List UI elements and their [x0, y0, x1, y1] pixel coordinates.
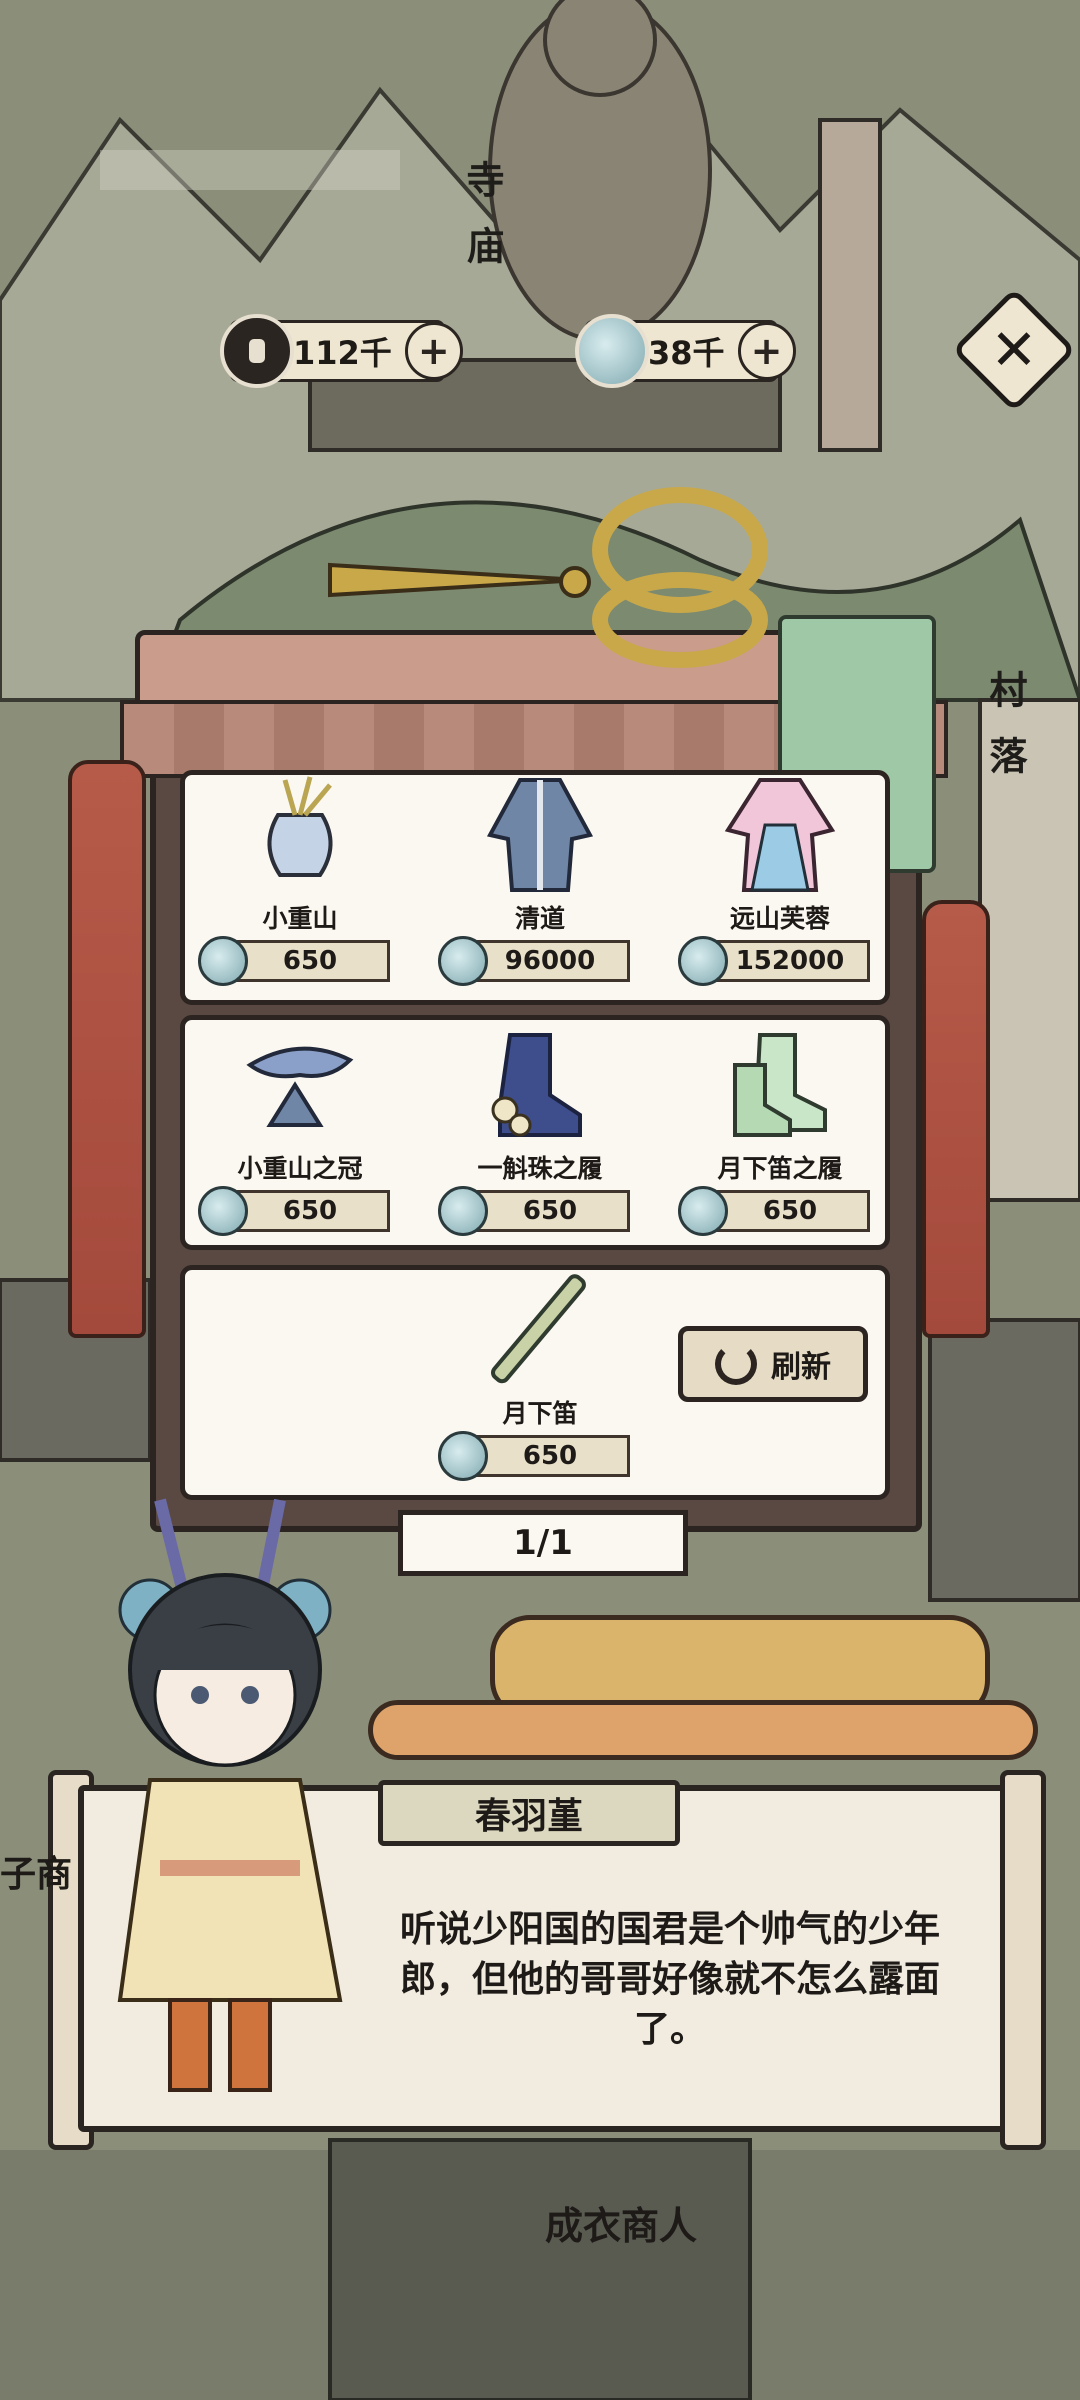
vase-icon: [240, 775, 360, 895]
item-price: 650: [438, 1186, 630, 1236]
refresh-icon: [715, 1343, 757, 1385]
village-map-label[interactable]: 村落: [978, 670, 1033, 802]
jade-gem-icon: [575, 314, 649, 388]
coin-currency: 112千 +: [220, 312, 463, 390]
item-name: 月下笛: [502, 1399, 578, 1428]
shoes-icon: [720, 1025, 840, 1145]
shop-item[interactable]: 小重山 650: [190, 775, 410, 986]
item-name: 小重山之冠: [237, 1154, 363, 1183]
close-icon[interactable]: ✕: [970, 306, 1058, 394]
robe-icon: [480, 775, 600, 895]
refresh-label: 刷新: [771, 1350, 831, 1385]
jade-gem-icon: [198, 936, 248, 986]
merchant-map-label[interactable]: 成衣商人: [545, 2195, 697, 2250]
item-price: 152000: [678, 936, 870, 986]
shop-item[interactable]: 月下笛 650: [430, 1270, 650, 1481]
refresh-button[interactable]: 刷新: [678, 1326, 868, 1402]
dress-icon: [720, 775, 840, 895]
item-price: 650: [198, 936, 390, 986]
crown-icon: [240, 1025, 360, 1145]
item-name: 一斛珠之履: [477, 1154, 603, 1183]
item-name: 清道: [514, 904, 565, 933]
jade-gem-icon: [198, 1186, 248, 1236]
jade-gem-icon: [438, 1186, 488, 1236]
item-price: 650: [678, 1186, 870, 1236]
jade-currency: 38千 +: [575, 312, 796, 390]
right-tassel: [922, 900, 990, 1338]
add-jade-button[interactable]: +: [737, 322, 796, 380]
add-coins-button[interactable]: +: [404, 322, 463, 380]
item-name: 月下笛之履: [717, 1154, 843, 1183]
boots-icon: [480, 1025, 600, 1145]
item-price: 650: [438, 1431, 630, 1481]
jade-gem-icon: [438, 936, 488, 986]
jade-gem-icon: [678, 1186, 728, 1236]
shop-item[interactable]: 一斛珠之履 650: [430, 1025, 650, 1236]
item-price: 650: [198, 1186, 390, 1236]
left-tassel: [68, 760, 146, 1338]
scissors-icon: [328, 487, 768, 668]
jade-gem-icon: [678, 936, 728, 986]
temple-map-label[interactable]: 寺庙: [455, 160, 510, 292]
shop-item[interactable]: 小重山之冠 650: [190, 1025, 410, 1236]
page-indicator: 1/1: [398, 1510, 688, 1576]
shop-item[interactable]: 远山芙蓉 152000: [670, 775, 890, 986]
shop-item[interactable]: 月下笛之履 650: [670, 1025, 890, 1236]
item-price: 96000: [438, 936, 630, 986]
speaker-name: 春羽堇: [378, 1780, 680, 1846]
character-portrait: [117, 1498, 343, 2092]
item-name: 远山芙蓉: [729, 904, 830, 933]
side-map-label[interactable]: 子商: [0, 1845, 72, 1897]
item-name: 小重山: [262, 904, 338, 933]
shop-item[interactable]: 清道 96000: [430, 775, 650, 986]
copper-coin-icon: [220, 314, 294, 388]
scroll-roller-right: [1000, 1770, 1046, 2150]
dialog-text: 听说少阳国的国君是个帅气的少年郎，但他的哥哥好像就不怎么露面了。: [399, 1909, 940, 2050]
flute-icon: [480, 1270, 600, 1390]
jade-gem-icon: [438, 1431, 488, 1481]
fabric-roll: [368, 1700, 1038, 1760]
